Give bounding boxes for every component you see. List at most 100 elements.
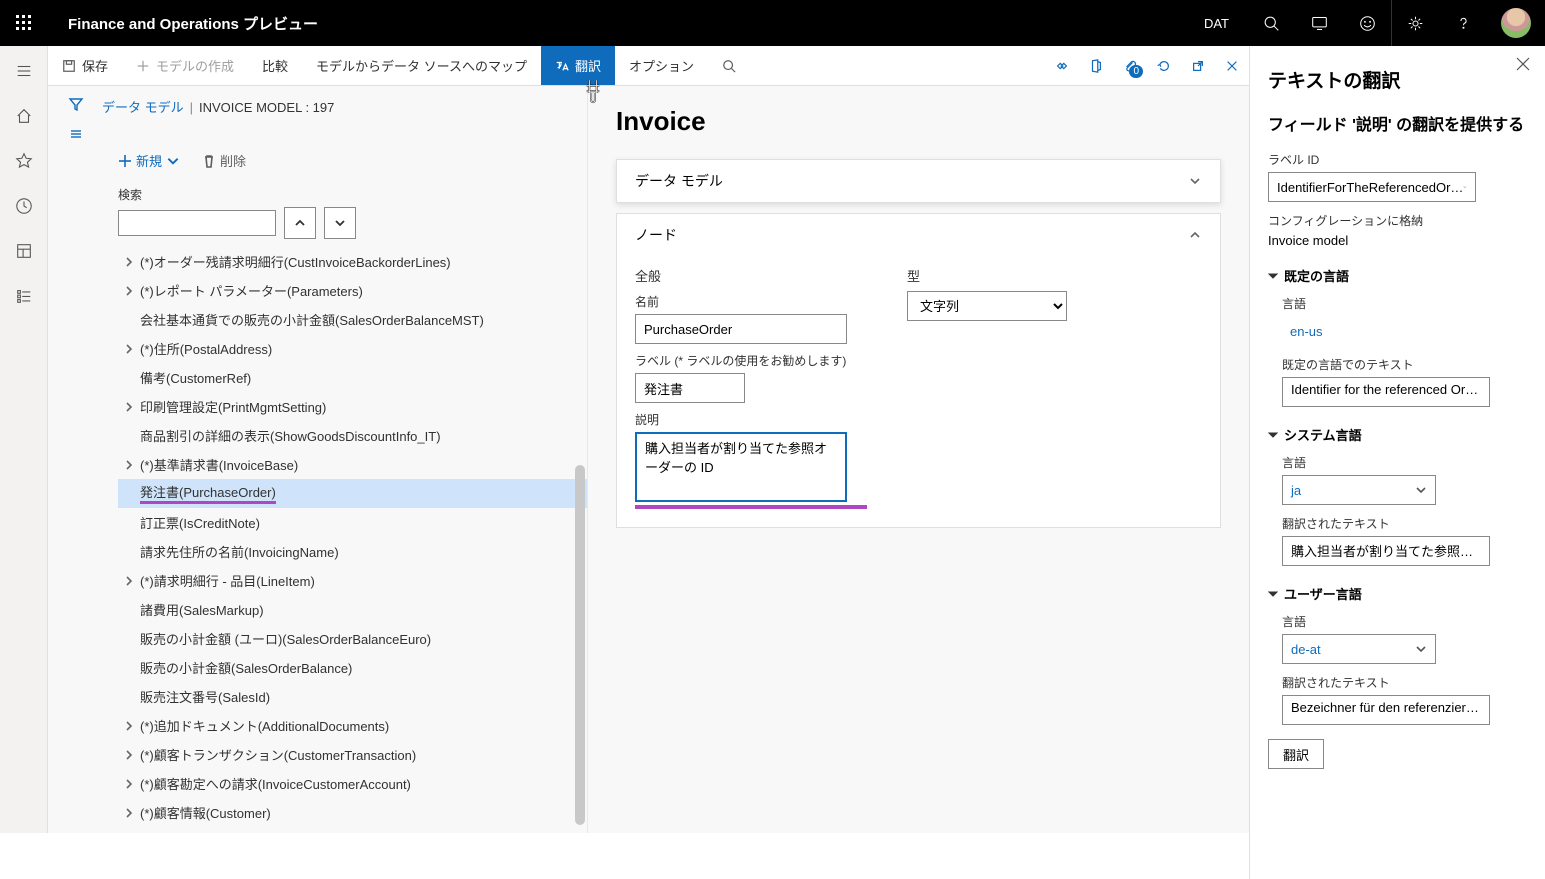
tree-node[interactable]: (*)顧客勘定への請求(InvoiceCustomerAccount): [118, 769, 587, 798]
compare-button[interactable]: 比較: [248, 46, 302, 85]
funnel-icon: [68, 96, 84, 112]
tree-expand-toggle[interactable]: [118, 286, 140, 296]
company-code[interactable]: DAT: [1186, 16, 1247, 31]
tree-node[interactable]: 請求先住所の名前(InvoicingName): [118, 537, 587, 566]
tree-expand-toggle[interactable]: [118, 750, 140, 760]
global-search[interactable]: [1247, 0, 1295, 46]
tree-node-label: (*)オーダー残請求明細行(CustInvoiceBackorderLines): [140, 252, 451, 271]
rail-recent[interactable]: [15, 197, 33, 220]
tree-expand-toggle[interactable]: [118, 721, 140, 731]
page-title: Invoice: [616, 106, 1221, 137]
tree-expand-toggle[interactable]: [118, 808, 140, 818]
tree-node[interactable]: 発注書(PurchaseOrder): [118, 479, 587, 508]
chevron-down-icon: [334, 217, 346, 229]
tree-node[interactable]: (*)顧客トランザクション(CustomerTransaction): [118, 740, 587, 769]
rail-favorites[interactable]: [15, 152, 33, 175]
default-text-field[interactable]: Identifier for the referenced Or…: [1282, 377, 1490, 407]
tree-node[interactable]: 備考(CustomerRef): [118, 363, 587, 392]
tree-node-label: 訂正票(IsCreditNote): [140, 513, 260, 532]
labelid-field[interactable]: IdentifierForTheReferencedOr…: [1268, 172, 1476, 202]
tree-node[interactable]: 販売の小計金額 (ユーロ)(SalesOrderBalanceEuro): [118, 624, 587, 653]
toolbar-refresh-button[interactable]: [1147, 59, 1181, 73]
system-text-field[interactable]: 購入担当者が割り当てた参照オ…: [1282, 536, 1490, 566]
rail-modules[interactable]: [15, 287, 33, 310]
name-field[interactable]: [635, 314, 847, 344]
toolbar-popout-button[interactable]: [1181, 59, 1215, 73]
tree-expand-toggle[interactable]: [118, 576, 140, 586]
flyout-close-button[interactable]: [1515, 56, 1531, 77]
tree-node[interactable]: (*)追加ドキュメント(AdditionalDocuments): [118, 711, 587, 740]
avatar[interactable]: [1501, 8, 1531, 38]
tree-node[interactable]: (*)顧客情報(Customer): [118, 798, 587, 827]
search-next-button[interactable]: [324, 207, 356, 239]
system-lang-select[interactable]: ja: [1282, 475, 1436, 505]
chevron-down-icon: [166, 154, 180, 168]
translate-button[interactable]: 翻訳: [541, 46, 615, 85]
breadcrumb-root[interactable]: データ モデル: [102, 100, 184, 115]
tree-node-label: (*)請求明細行 - 品目(LineItem): [140, 571, 315, 590]
tree-node[interactable]: (*)レポート パラメーター(Parameters): [118, 276, 587, 305]
toolbar-find-button[interactable]: [708, 46, 750, 85]
attach-badge: 0: [1129, 65, 1143, 78]
system-text-label: 翻訳されたテキスト: [1282, 515, 1527, 532]
search-icon: [722, 59, 736, 73]
map-datasource-button[interactable]: モデルからデータ ソースへのマップ: [302, 46, 541, 85]
monitor-icon: [1311, 15, 1328, 32]
group-system-header[interactable]: システム言語: [1268, 425, 1527, 444]
panel-node: ノード 全般 名前 ラベル (: [616, 213, 1221, 528]
tree-node[interactable]: 諸費用(SalesMarkup): [118, 595, 587, 624]
model-tree[interactable]: (*)オーダー残請求明細行(CustInvoiceBackorderLines)…: [48, 245, 587, 833]
scrollbar-thumb[interactable]: [575, 465, 585, 825]
filter-button[interactable]: [68, 96, 84, 117]
global-feedback[interactable]: [1343, 0, 1391, 46]
tree-node[interactable]: (*)住所(PostalAddress): [118, 334, 587, 363]
rail-workspaces[interactable]: [15, 242, 33, 265]
new-model-button[interactable]: モデルの作成: [122, 46, 248, 85]
app-launcher[interactable]: [0, 15, 48, 31]
global-messages[interactable]: [1295, 0, 1343, 46]
tree-expand-toggle[interactable]: [118, 344, 140, 354]
tree-expand-toggle[interactable]: [118, 257, 140, 267]
search-input[interactable]: [118, 210, 276, 236]
tree-expand-toggle[interactable]: [118, 779, 140, 789]
tree-node-label: 諸費用(SalesMarkup): [140, 600, 264, 619]
close-icon: [1225, 59, 1239, 73]
panel-node-header[interactable]: ノード: [617, 214, 1220, 256]
tree-node[interactable]: 会社基本通貨での販売の小計金額(SalesOrderBalanceMST): [118, 305, 587, 334]
search-prev-button[interactable]: [284, 207, 316, 239]
global-help[interactable]: [1439, 0, 1487, 46]
toolbar-linkage-button[interactable]: [1045, 59, 1079, 73]
rail-home[interactable]: [15, 107, 33, 130]
group-user-header[interactable]: ユーザー言語: [1268, 584, 1527, 603]
tree-expand-toggle[interactable]: [118, 402, 140, 412]
toolbar-close-button[interactable]: [1215, 59, 1249, 73]
tree-node[interactable]: 販売の小計金額(SalesOrderBalance): [118, 653, 587, 682]
tree-node[interactable]: (*)基準請求書(InvoiceBase): [118, 450, 587, 479]
tree-node-label: 備考(CustomerRef): [140, 368, 251, 387]
tree-node[interactable]: 商品割引の詳細の表示(ShowGoodsDiscountInfo_IT): [118, 421, 587, 450]
expand-button[interactable]: [68, 129, 84, 146]
type-select[interactable]: 文字列: [907, 291, 1067, 321]
tree-new-button[interactable]: 新規: [118, 151, 180, 170]
global-settings[interactable]: [1391, 0, 1439, 46]
tree-node[interactable]: 販売注文番号(SalesId): [118, 682, 587, 711]
user-text-field[interactable]: Bezeichner für den referenzierte…: [1282, 695, 1490, 725]
panel-datamodel-header[interactable]: データ モデル: [617, 160, 1220, 202]
label-field[interactable]: [635, 373, 745, 403]
group-default-header[interactable]: 既定の言語: [1268, 266, 1527, 285]
tree-expand-toggle[interactable]: [118, 460, 140, 470]
tree-node[interactable]: 印刷管理設定(PrintMgmtSetting): [118, 392, 587, 421]
user-lang-select[interactable]: de-at: [1282, 634, 1436, 664]
options-button[interactable]: オプション: [615, 46, 708, 85]
toolbar-office-button[interactable]: [1079, 59, 1113, 73]
tree-node[interactable]: (*)オーダー残請求明細行(CustInvoiceBackorderLines): [118, 247, 587, 276]
save-button[interactable]: 保存: [48, 46, 122, 85]
toolbar-attach-button[interactable]: 0: [1113, 59, 1147, 73]
tree-node-label: 商品割引の詳細の表示(ShowGoodsDiscountInfo_IT): [140, 426, 441, 445]
rail-hamburger[interactable]: [15, 62, 33, 85]
tree-node[interactable]: (*)請求明細行 - 品目(LineItem): [118, 566, 587, 595]
tree-node[interactable]: 訂正票(IsCreditNote): [118, 508, 587, 537]
desc-field[interactable]: [635, 432, 847, 502]
tree-delete-button[interactable]: 削除: [202, 151, 246, 170]
flyout-translate-button[interactable]: 翻訳: [1268, 739, 1324, 769]
